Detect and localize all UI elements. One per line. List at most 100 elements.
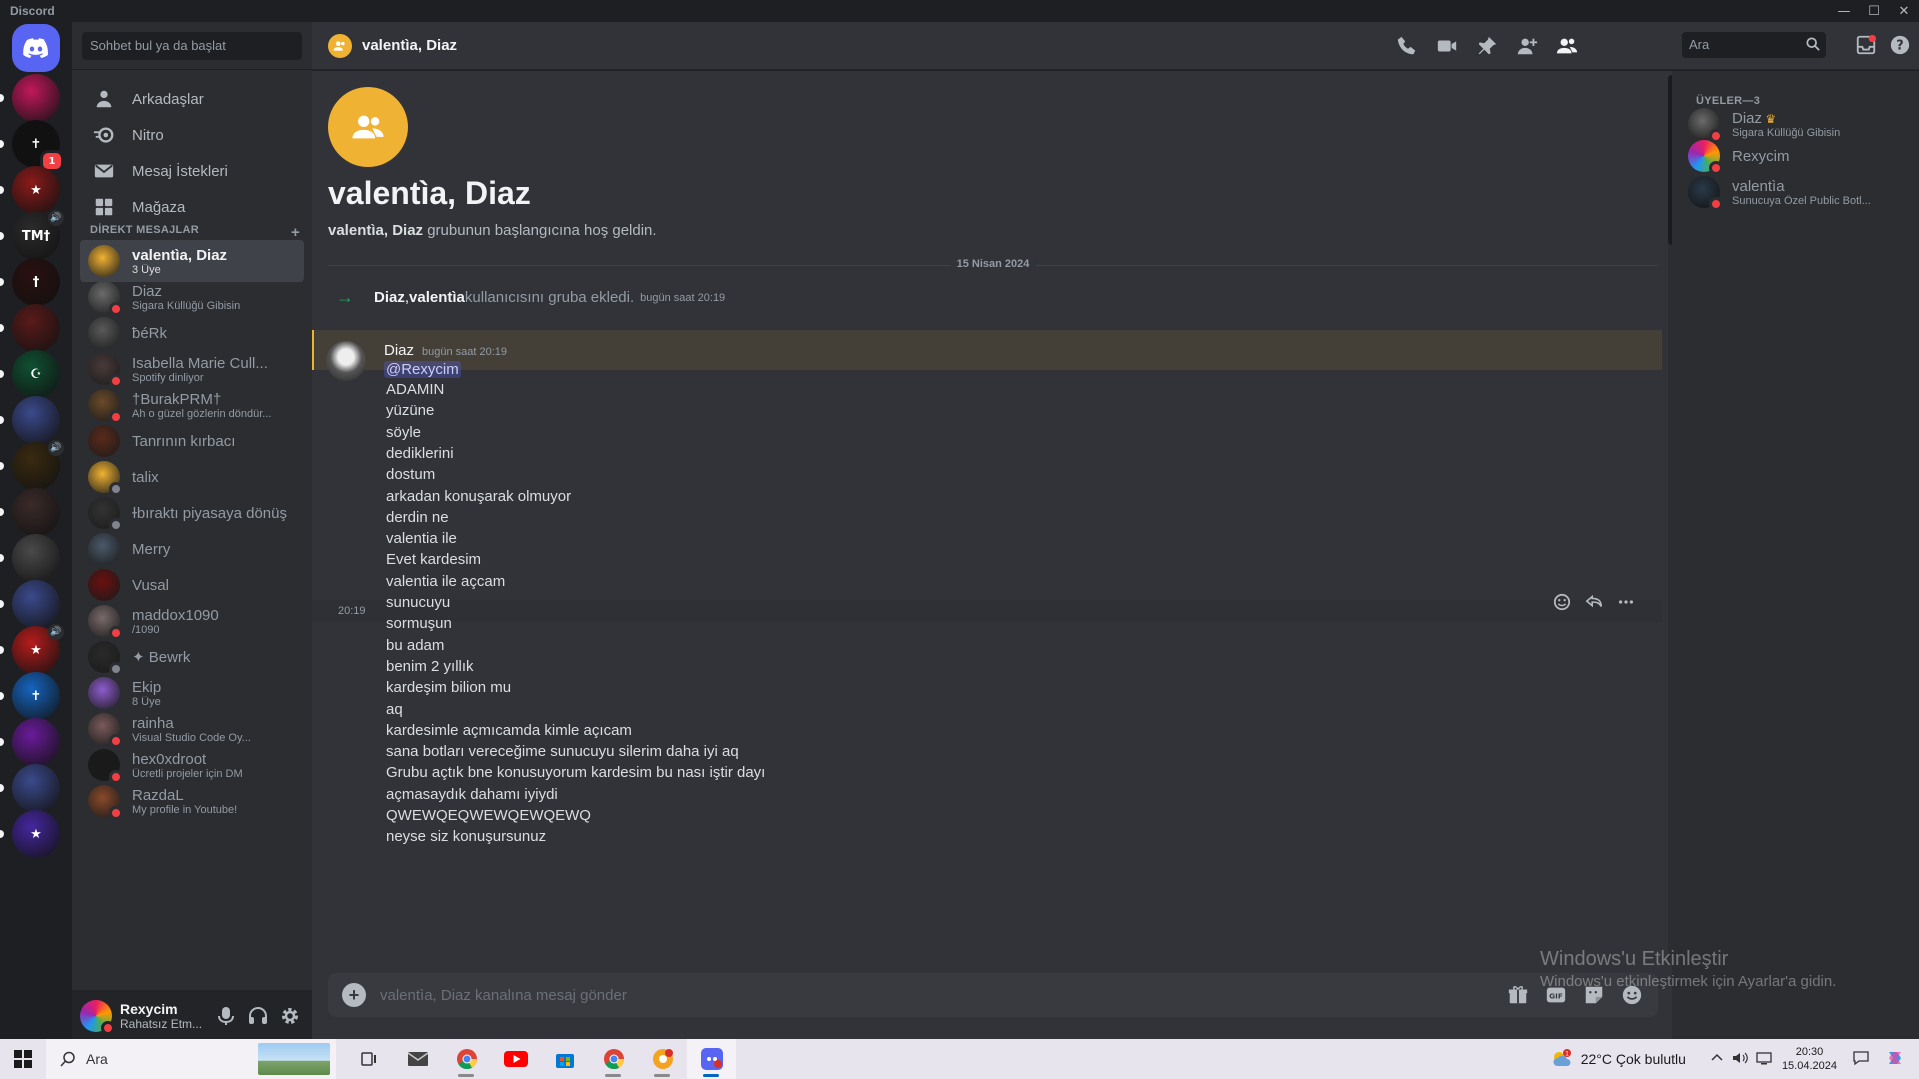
server-unread-pill (0, 784, 4, 792)
server-unread-pill (0, 186, 4, 194)
message-line: kardeşim bilion mu (386, 679, 512, 697)
dm-name: valentìa, Diaz (132, 246, 228, 264)
server-icon-6[interactable] (12, 304, 60, 352)
discord-taskbar-icon[interactable] (687, 1039, 736, 1079)
date-divider: 15 Nisan 2024 (328, 258, 1658, 270)
voice-active-icon: 🔊 (48, 624, 64, 640)
system-message: → Diaz, valentìa kullanıcısını gruba ekl… (328, 287, 725, 308)
task-view-icon[interactable] (344, 1039, 393, 1079)
clock-time: 20:30 (1795, 1046, 1824, 1058)
server-unread-pill (0, 278, 4, 286)
headphones-icon[interactable] (244, 1002, 272, 1030)
server-unread-pill (0, 600, 4, 608)
author-avatar[interactable] (326, 341, 366, 381)
weather-widget[interactable]: 1 22°C Çok bulutlu (1551, 1049, 1686, 1069)
avatar (88, 281, 123, 316)
system-target[interactable]: valentìa (409, 289, 465, 306)
server-icon-1[interactable] (12, 74, 60, 122)
member-item[interactable]: valentìa Sunucuya Özel Public Botl... (1688, 171, 1908, 213)
header-search-input[interactable]: Ara (1682, 32, 1826, 58)
volume-icon[interactable] (1732, 1051, 1748, 1068)
chrome-icon[interactable] (442, 1039, 491, 1079)
server-unread-pill (0, 324, 4, 332)
server-icon-15[interactable] (12, 718, 60, 766)
notifications-icon[interactable] (1853, 1050, 1869, 1069)
taskbar-search[interactable]: Ara (46, 1039, 336, 1079)
mail-app-icon[interactable] (393, 1039, 442, 1079)
server-icon-5[interactable]: † (12, 258, 60, 306)
nav-label: Mağaza (132, 198, 186, 216)
user-mention[interactable]: @Rexycim (384, 361, 461, 378)
home-button[interactable] (12, 24, 60, 72)
add-reaction-icon[interactable] (1550, 591, 1574, 613)
dm-item[interactable]: RazdaL My profile in Youtube! (80, 780, 304, 822)
message-line: arkadan konuşarak olmuyor (386, 487, 572, 505)
message-composer[interactable]: + valentìa, Diaz kanalına mesaj gönder G… (328, 973, 1658, 1017)
chrome-beta-icon[interactable] (638, 1039, 687, 1079)
user-avatar[interactable] (80, 1000, 115, 1035)
start-button[interactable] (0, 1039, 46, 1079)
avatar (88, 317, 120, 349)
dm-name: ƀéRk (132, 324, 168, 342)
voice-call-icon[interactable] (1395, 34, 1419, 58)
system-actor[interactable]: Diaz (374, 289, 405, 306)
dm-search-input[interactable]: Sohbet bul ya da başlat (82, 32, 302, 60)
message-line: derdin ne (386, 508, 449, 526)
add-friends-to-dm-icon[interactable] (1515, 34, 1539, 58)
avatar (88, 353, 123, 388)
microsoft-store-icon[interactable] (540, 1039, 589, 1079)
attach-plus-icon[interactable]: + (342, 983, 366, 1007)
server-icon-11[interactable] (12, 534, 60, 582)
server-icon-9[interactable]: 🔊 (12, 440, 64, 490)
dm-name: Diaz (132, 282, 163, 300)
server-icon-17[interactable]: ★ (12, 810, 60, 858)
windows-activation-watermark: Windows'u Etkinleştir Windows'u etkinleş… (1540, 948, 1836, 990)
system-text: kullanıcısını gruba ekledi. (464, 289, 635, 306)
composer-placeholder[interactable]: valentìa, Diaz kanalına mesaj gönder (380, 987, 627, 1004)
taskbar-clock[interactable]: 20:30 15.04.2024 (1782, 1045, 1837, 1073)
network-icon[interactable] (1756, 1051, 1772, 1068)
settings-gear-icon[interactable] (276, 1002, 304, 1030)
microphone-icon[interactable] (212, 1002, 240, 1030)
server-label: ★ (30, 826, 42, 842)
author-name[interactable]: Diaz (384, 342, 414, 359)
server-unread-pill (0, 692, 4, 700)
server-icon-10[interactable] (12, 488, 60, 536)
join-arrow-icon: → (336, 287, 354, 307)
maximize-button[interactable]: ☐ (1859, 0, 1889, 22)
server-icon-3[interactable]: ★ (12, 166, 60, 214)
nav-shop[interactable]: Mağaza (80, 186, 304, 228)
server-icon-13[interactable]: ★ 🔊 (12, 624, 64, 674)
minimize-button[interactable]: — (1829, 0, 1859, 22)
create-dm-plus-icon[interactable]: + (291, 224, 300, 241)
pinned-messages-icon[interactable] (1475, 34, 1499, 58)
dm-subtitle: Sigara Küllüğü Gibisin (132, 299, 241, 312)
inbox-icon[interactable] (1855, 34, 1877, 60)
dm-name: rainha (132, 714, 174, 732)
dm-name: Ekip (132, 678, 162, 696)
chrome-profile-icon[interactable] (589, 1039, 638, 1079)
member-list-icon[interactable] (1555, 34, 1579, 58)
server-label: ☪ (30, 366, 42, 382)
date-divider-label: 15 Nisan 2024 (950, 258, 1036, 270)
more-options-icon[interactable] (1614, 591, 1638, 613)
server-unread-pill (0, 554, 4, 562)
video-call-icon[interactable] (1435, 34, 1459, 58)
server-icon-4[interactable]: TM† 🔊 (12, 210, 64, 260)
server-icon-7[interactable]: ☪ (12, 350, 60, 398)
server-icon-2[interactable]: ✝ 1 (12, 120, 64, 172)
server-icon-12[interactable] (12, 580, 60, 628)
chevron-up-icon[interactable] (1710, 1051, 1724, 1068)
youtube-icon[interactable] (491, 1039, 540, 1079)
avatar (88, 533, 120, 565)
server-icon-14[interactable]: ✝ (12, 672, 60, 720)
server-icon-8[interactable] (12, 396, 60, 444)
copilot-icon[interactable] (1885, 1048, 1905, 1071)
help-icon[interactable]: ? (1889, 34, 1911, 60)
reply-icon[interactable] (1582, 591, 1606, 613)
gift-icon[interactable] (1506, 983, 1530, 1007)
close-button[interactable]: ✕ (1889, 0, 1919, 22)
server-unread-pill (0, 462, 4, 470)
message-line: söyle (386, 423, 422, 441)
server-icon-16[interactable] (12, 764, 60, 812)
